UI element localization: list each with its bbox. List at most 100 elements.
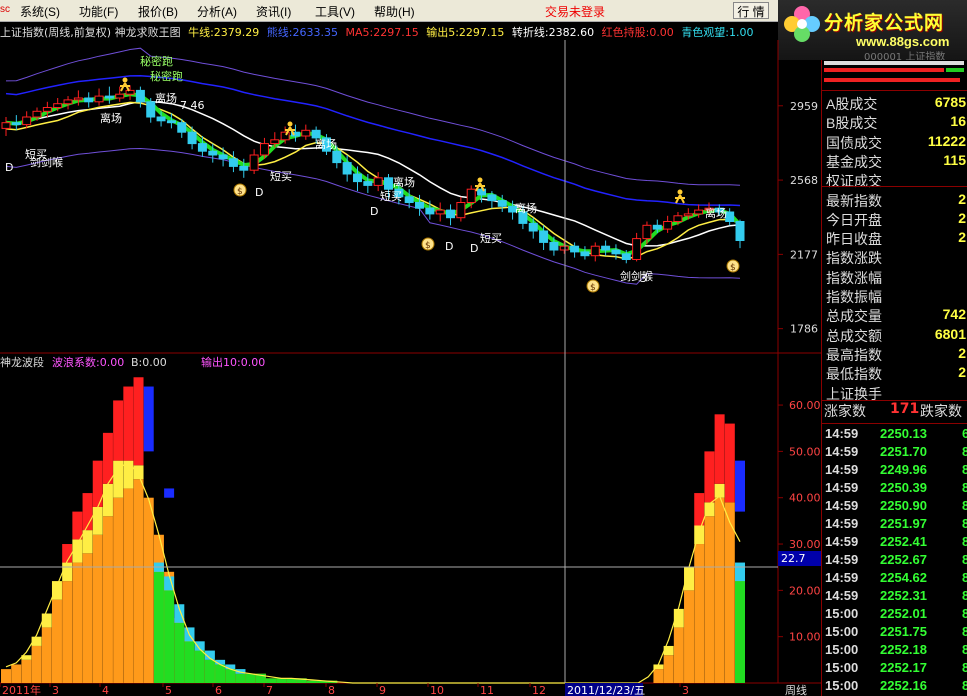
- osc-bar-orange: [41, 627, 52, 683]
- candle-body: [384, 177, 394, 190]
- osc-bar-orange: [11, 664, 22, 683]
- stat-row: 总成交量 742: [824, 306, 967, 324]
- candle-body: [663, 221, 673, 230]
- date-label: 6: [215, 684, 222, 696]
- osc-bar-green: [153, 571, 164, 683]
- osc-bar-orange: [72, 562, 83, 683]
- date-label: 3: [682, 684, 689, 696]
- stat-label: 最新指数: [826, 192, 882, 209]
- tick-volume: 8: [962, 462, 967, 477]
- menu-analysis[interactable]: 分析(A): [197, 3, 237, 20]
- stat-row: 指数振幅: [824, 287, 967, 305]
- tick-volume: 8: [962, 606, 967, 621]
- osc-bar-yellow: [694, 525, 705, 545]
- osc-bar-orange: [143, 497, 154, 683]
- osc-bar-orange: [694, 544, 705, 683]
- candle-body: [115, 93, 125, 99]
- stat-label: 基金成交: [826, 153, 882, 170]
- tick-time: 15:00: [825, 660, 859, 675]
- candle-body: [373, 177, 383, 186]
- runner-icon: [122, 77, 128, 83]
- volume-bar-red-1: [824, 68, 944, 72]
- candle-body: [363, 181, 373, 186]
- indicator-lines: [5, 47, 742, 285]
- osc-bar-blue: [143, 386, 154, 452]
- sub-title: 神龙波段: [0, 355, 44, 369]
- date-label: 11: [480, 684, 494, 696]
- signal-label: 秘密跑: [150, 69, 183, 83]
- stat-row: 最低指数 2: [824, 364, 967, 382]
- candle-body: [125, 89, 135, 95]
- tick-volume: 8: [962, 480, 967, 495]
- tick-volume: 8: [962, 660, 967, 675]
- price-tick-label: 2568: [790, 174, 818, 187]
- tick-volume: 8: [962, 516, 967, 531]
- candle-body: [601, 245, 611, 251]
- menu-system[interactable]: 系统(S): [20, 3, 60, 20]
- menu-quote[interactable]: 报价(B): [138, 3, 178, 20]
- tick-price: 2252.41: [880, 534, 927, 549]
- stat-value: 6785: [934, 94, 966, 110]
- signal-label: 7.46: [180, 99, 205, 112]
- tick-volume: 8: [962, 624, 967, 639]
- stat-label: 总成交量: [826, 308, 882, 325]
- candle-body: [197, 143, 207, 152]
- period-label[interactable]: 周线: [785, 683, 807, 696]
- stat-row: 昨日收盘 2: [824, 229, 967, 247]
- candle-body: [239, 165, 249, 171]
- tick-price: 2252.01: [880, 606, 927, 621]
- candle-body: [425, 207, 435, 215]
- candle-body: [694, 209, 704, 215]
- candle-body: [208, 150, 218, 156]
- osc-bar-yellow: [133, 465, 144, 480]
- stat-row: 国债成交 11222: [824, 133, 967, 151]
- tick-price: 2252.17: [880, 660, 927, 675]
- price-tick-label: 2959: [790, 100, 818, 113]
- date-axis: 2011年 3 4 5 6 7 8 9 10 11 12 3 2011/12/23/五 周线: [0, 683, 807, 696]
- candle-body: [187, 131, 197, 145]
- tick-time: 14:59: [825, 444, 859, 459]
- tick-volume: 8: [962, 552, 967, 567]
- menu-function[interactable]: 功能(F): [79, 3, 118, 20]
- osc-bar-orange: [21, 659, 32, 683]
- stat-value: 2: [958, 190, 966, 207]
- stat-value: 742: [942, 306, 966, 323]
- stat-value: 16: [950, 113, 966, 130]
- tick-row: 15:00 2252.16 8: [822, 678, 967, 696]
- candle-body: [249, 154, 259, 171]
- signal-label: D: [255, 186, 263, 199]
- menu-tools[interactable]: 工具(V): [315, 3, 355, 20]
- stat-label: 最低指数: [826, 366, 882, 383]
- output10-value: 输出10:0.00: [201, 355, 265, 369]
- osc-bar-yellow: [51, 581, 62, 600]
- stat-label: 指数涨幅: [826, 269, 882, 286]
- osc-bar-yellow: [92, 506, 103, 535]
- candle-body: [104, 95, 114, 99]
- signal-label: 短买: [480, 231, 502, 245]
- tick-row: 14:59 2254.62 8: [822, 570, 967, 588]
- kline-chart[interactable]: 2959 2568 2177 1786 60.00 50.00 40.00 30.00 20.…: [0, 40, 821, 696]
- candle-body: [11, 122, 21, 126]
- signal-label: 离场: [393, 175, 415, 189]
- money-bag-sign: $: [237, 187, 243, 197]
- chart-title: 上证指数(周线,前复权) 神龙求败王图: [0, 26, 181, 39]
- candle-body: [73, 97, 83, 101]
- osc-bar-blue: [164, 488, 175, 498]
- stat-row: 最高指数 2: [824, 345, 967, 363]
- osc-bar-red: [113, 400, 124, 461]
- candle-body: [549, 241, 559, 251]
- osc-bar-green: [215, 664, 226, 683]
- menu-help[interactable]: 帮助(H): [374, 3, 415, 20]
- osc-bar-orange: [714, 497, 725, 683]
- signal-label: 离场: [705, 206, 727, 220]
- tick-time: 14:59: [825, 462, 859, 477]
- menu-info[interactable]: 资讯(I): [256, 3, 291, 20]
- tick-price: 2249.96: [880, 462, 927, 477]
- osc-bar-red: [133, 377, 144, 466]
- cursor-date: 2011/12/23/五: [567, 684, 645, 696]
- signal-label: 剑剑喉: [620, 269, 653, 283]
- quote-button[interactable]: 行 情: [733, 2, 769, 19]
- osc-bar-red: [123, 386, 134, 461]
- oscillator-bars: [1, 377, 745, 684]
- tick-volume: 8: [962, 678, 967, 693]
